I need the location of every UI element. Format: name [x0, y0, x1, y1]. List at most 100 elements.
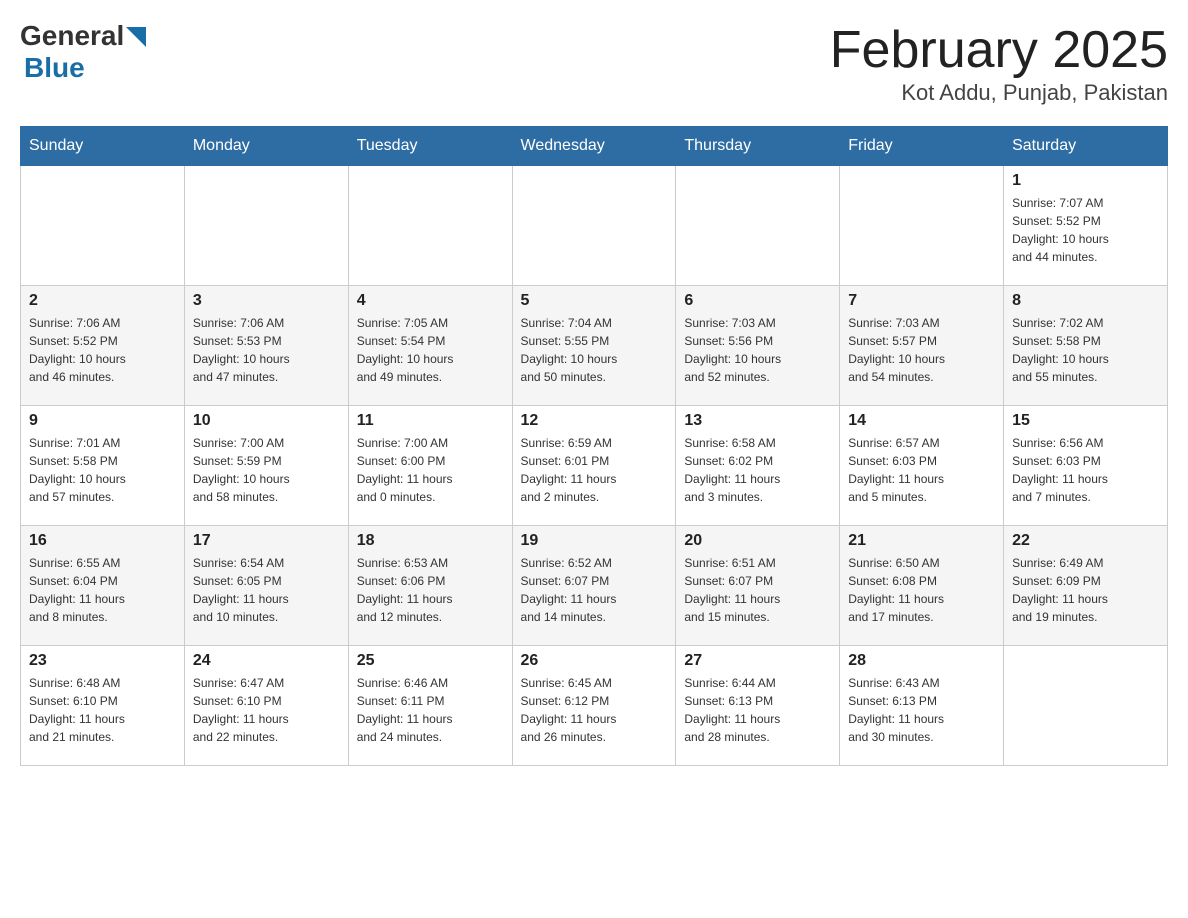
calendar-week-row: 16 Sunrise: 6:55 AM Sunset: 6:04 PM Dayli…: [21, 526, 1168, 646]
logo-blue-text: Blue: [24, 52, 85, 84]
day-number: 28: [848, 652, 995, 670]
day-number: 27: [684, 652, 831, 670]
day-info: Sunrise: 6:48 AM Sunset: 6:10 PM Dayligh…: [29, 674, 176, 746]
day-info: Sunrise: 6:50 AM Sunset: 6:08 PM Dayligh…: [848, 554, 995, 626]
table-row: 24Sunrise: 6:47 AM Sunset: 6:10 PM Dayli…: [184, 646, 348, 766]
col-wednesday: Wednesday: [512, 127, 676, 166]
day-number: 20: [684, 532, 831, 550]
col-friday: Friday: [840, 127, 1004, 166]
table-row: 25 Sunrise: 6:46 AM Sunset: 6:11 PM Dayli…: [348, 646, 512, 766]
calendar-week-row: 1 Sunrise: 7:07 AM Sunset: 5:52 PM Daylig…: [21, 166, 1168, 286]
day-info: Sunrise: 7:02 AM Sunset: 5:58 PM Dayligh…: [1012, 314, 1159, 386]
table-row: [512, 166, 676, 286]
day-number: 13: [684, 412, 831, 430]
logo: General Blue: [20, 20, 146, 84]
table-row: [348, 166, 512, 286]
day-info: Sunrise: 7:00 AM Sunset: 6:00 PM Dayligh…: [357, 434, 504, 506]
day-info: Sunrise: 6:57 AM Sunset: 6:03 PM Dayligh…: [848, 434, 995, 506]
table-row: 11 Sunrise: 7:00 AM Sunset: 6:00 PM Dayli…: [348, 406, 512, 526]
day-number: 2: [29, 292, 176, 310]
logo-general-text: General: [20, 20, 124, 52]
day-number: 22: [1012, 532, 1159, 550]
day-info: Sunrise: 6:47 AM Sunset: 6:10 PM Dayligh…: [193, 674, 340, 746]
day-info: Sunrise: 7:03 AM Sunset: 5:57 PM Dayligh…: [848, 314, 995, 386]
day-number: 10: [193, 412, 340, 430]
table-row: 7 Sunrise: 7:03 AM Sunset: 5:57 PM Daylig…: [840, 286, 1004, 406]
table-row: 6 Sunrise: 7:03 AM Sunset: 5:56 PM Daylig…: [676, 286, 840, 406]
subtitle: Kot Addu, Punjab, Pakistan: [830, 80, 1168, 106]
day-info: Sunrise: 6:56 AM Sunset: 6:03 PM Dayligh…: [1012, 434, 1159, 506]
calendar-header-row: Sunday Monday Tuesday Wednesday Thursday…: [21, 127, 1168, 166]
table-row: [1004, 646, 1168, 766]
table-row: 3 Sunrise: 7:06 AM Sunset: 5:53 PM Daylig…: [184, 286, 348, 406]
calendar-week-row: 2Sunrise: 7:06 AM Sunset: 5:52 PM Daylig…: [21, 286, 1168, 406]
table-row: 1 Sunrise: 7:07 AM Sunset: 5:52 PM Daylig…: [1004, 166, 1168, 286]
table-row: 19 Sunrise: 6:52 AM Sunset: 6:07 PM Dayli…: [512, 526, 676, 646]
day-number: 19: [521, 532, 668, 550]
table-row: 9 Sunrise: 7:01 AM Sunset: 5:58 PM Daylig…: [21, 406, 185, 526]
col-tuesday: Tuesday: [348, 127, 512, 166]
table-row: 4 Sunrise: 7:05 AM Sunset: 5:54 PM Daylig…: [348, 286, 512, 406]
table-row: 16 Sunrise: 6:55 AM Sunset: 6:04 PM Dayli…: [21, 526, 185, 646]
day-info: Sunrise: 6:55 AM Sunset: 6:04 PM Dayligh…: [29, 554, 176, 626]
table-row: 22Sunrise: 6:49 AM Sunset: 6:09 PM Dayli…: [1004, 526, 1168, 646]
title-section: February 2025 Kot Addu, Punjab, Pakistan: [830, 20, 1168, 106]
table-row: 28 Sunrise: 6:43 AM Sunset: 6:13 PM Dayli…: [840, 646, 1004, 766]
day-info: Sunrise: 6:51 AM Sunset: 6:07 PM Dayligh…: [684, 554, 831, 626]
day-number: 23: [29, 652, 176, 670]
day-number: 9: [29, 412, 176, 430]
day-number: 1: [1012, 172, 1159, 190]
day-number: 25: [357, 652, 504, 670]
day-number: 11: [357, 412, 504, 430]
table-row: 13 Sunrise: 6:58 AM Sunset: 6:02 PM Dayli…: [676, 406, 840, 526]
day-info: Sunrise: 7:00 AM Sunset: 5:59 PM Dayligh…: [193, 434, 340, 506]
col-sunday: Sunday: [21, 127, 185, 166]
day-info: Sunrise: 6:53 AM Sunset: 6:06 PM Dayligh…: [357, 554, 504, 626]
day-info: Sunrise: 6:44 AM Sunset: 6:13 PM Dayligh…: [684, 674, 831, 746]
table-row: 5 Sunrise: 7:04 AM Sunset: 5:55 PM Daylig…: [512, 286, 676, 406]
table-row: [676, 166, 840, 286]
day-info: Sunrise: 7:01 AM Sunset: 5:58 PM Dayligh…: [29, 434, 176, 506]
day-number: 6: [684, 292, 831, 310]
day-info: Sunrise: 7:07 AM Sunset: 5:52 PM Dayligh…: [1012, 194, 1159, 266]
day-number: 4: [357, 292, 504, 310]
day-info: Sunrise: 6:46 AM Sunset: 6:11 PM Dayligh…: [357, 674, 504, 746]
table-row: 21 Sunrise: 6:50 AM Sunset: 6:08 PM Dayli…: [840, 526, 1004, 646]
calendar-week-row: 9 Sunrise: 7:01 AM Sunset: 5:58 PM Daylig…: [21, 406, 1168, 526]
table-row: 14Sunrise: 6:57 AM Sunset: 6:03 PM Dayli…: [840, 406, 1004, 526]
day-info: Sunrise: 7:03 AM Sunset: 5:56 PM Dayligh…: [684, 314, 831, 386]
day-info: Sunrise: 6:54 AM Sunset: 6:05 PM Dayligh…: [193, 554, 340, 626]
table-row: 8Sunrise: 7:02 AM Sunset: 5:58 PM Daylig…: [1004, 286, 1168, 406]
calendar-table: Sunday Monday Tuesday Wednesday Thursday…: [20, 126, 1168, 766]
day-number: 21: [848, 532, 995, 550]
day-number: 3: [193, 292, 340, 310]
table-row: [184, 166, 348, 286]
day-number: 5: [521, 292, 668, 310]
day-number: 12: [521, 412, 668, 430]
table-row: 17 Sunrise: 6:54 AM Sunset: 6:05 PM Dayli…: [184, 526, 348, 646]
table-row: 27 Sunrise: 6:44 AM Sunset: 6:13 PM Dayli…: [676, 646, 840, 766]
day-info: Sunrise: 7:04 AM Sunset: 5:55 PM Dayligh…: [521, 314, 668, 386]
logo-arrow-icon: [126, 27, 146, 47]
table-row: 10 Sunrise: 7:00 AM Sunset: 5:59 PM Dayli…: [184, 406, 348, 526]
table-row: 20 Sunrise: 6:51 AM Sunset: 6:07 PM Dayli…: [676, 526, 840, 646]
day-info: Sunrise: 6:52 AM Sunset: 6:07 PM Dayligh…: [521, 554, 668, 626]
col-saturday: Saturday: [1004, 127, 1168, 166]
table-row: 18Sunrise: 6:53 AM Sunset: 6:06 PM Dayli…: [348, 526, 512, 646]
day-number: 7: [848, 292, 995, 310]
table-row: 2Sunrise: 7:06 AM Sunset: 5:52 PM Daylig…: [21, 286, 185, 406]
day-info: Sunrise: 6:43 AM Sunset: 6:13 PM Dayligh…: [848, 674, 995, 746]
day-info: Sunrise: 6:58 AM Sunset: 6:02 PM Dayligh…: [684, 434, 831, 506]
day-number: 17: [193, 532, 340, 550]
table-row: [21, 166, 185, 286]
day-info: Sunrise: 7:06 AM Sunset: 5:53 PM Dayligh…: [193, 314, 340, 386]
calendar-week-row: 23 Sunrise: 6:48 AM Sunset: 6:10 PM Dayli…: [21, 646, 1168, 766]
table-row: [840, 166, 1004, 286]
col-thursday: Thursday: [676, 127, 840, 166]
table-row: 15 Sunrise: 6:56 AM Sunset: 6:03 PM Dayli…: [1004, 406, 1168, 526]
day-number: 16: [29, 532, 176, 550]
day-info: Sunrise: 7:05 AM Sunset: 5:54 PM Dayligh…: [357, 314, 504, 386]
day-number: 15: [1012, 412, 1159, 430]
day-number: 26: [521, 652, 668, 670]
table-row: 23 Sunrise: 6:48 AM Sunset: 6:10 PM Dayli…: [21, 646, 185, 766]
